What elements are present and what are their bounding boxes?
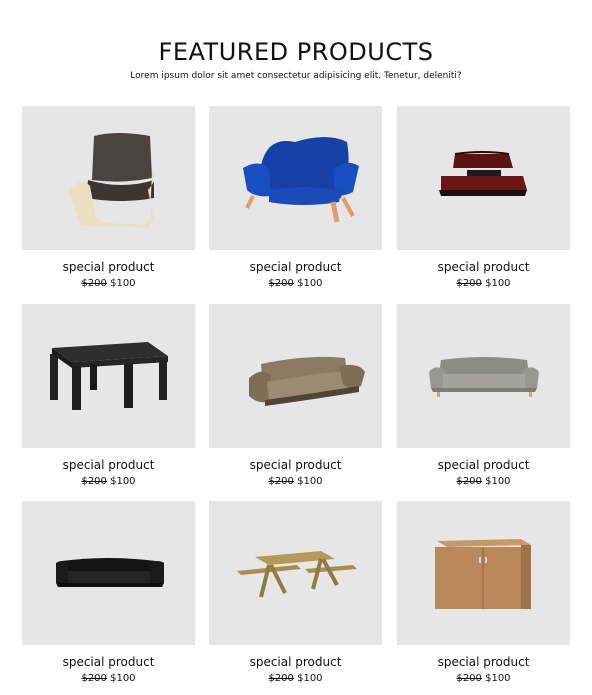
product-price: $200 $100 [397,278,570,289]
picnic-table-icon [237,551,357,598]
old-price: $200 [268,278,294,289]
product-price: $200 $100 [209,278,382,289]
blue-armchair-icon [243,137,359,223]
product-name[interactable]: special product [22,655,195,669]
product-image[interactable] [397,304,570,448]
product-price: $200 $100 [397,673,570,684]
table-icon [50,342,168,410]
page-title: FEATURED PRODUCTS [158,38,434,66]
sale-price: $100 [110,673,136,684]
product-price: $200 $100 [209,673,382,684]
sale-price: $100 [485,476,511,487]
sale-price: $100 [485,278,511,289]
product-name[interactable]: special product [209,655,382,669]
leather-sofa-icon [56,558,164,587]
old-price: $200 [456,673,482,684]
product-card[interactable]: special product $200 $100 [209,501,382,684]
old-price: $200 [81,673,107,684]
product-card[interactable]: special product $200 $100 [397,501,570,684]
grey-sofa-icon [429,357,539,397]
product-price: $200 $100 [22,278,195,289]
cabinet-icon [435,539,531,609]
bed-icon [439,151,527,196]
product-name[interactable]: special product [397,458,570,472]
product-card[interactable]: special product $200 $100 [22,304,195,487]
old-price: $200 [81,278,107,289]
product-image[interactable] [397,106,570,250]
old-price: $200 [456,476,482,487]
sale-price: $100 [297,278,323,289]
sale-price: $100 [110,278,136,289]
product-image[interactable] [22,106,195,250]
product-card[interactable]: special product $200 $100 [209,304,382,487]
product-card[interactable]: special product $200 $100 [22,106,195,289]
product-name[interactable]: special product [22,260,195,274]
sale-price: $100 [485,673,511,684]
product-name[interactable]: special product [397,655,570,669]
sofa-icon [249,356,365,406]
product-price: $200 $100 [209,476,382,487]
old-price: $200 [268,476,294,487]
product-image[interactable] [22,501,195,645]
sale-price: $100 [297,673,323,684]
product-card[interactable]: special product $200 $100 [397,304,570,487]
product-name[interactable]: special product [397,260,570,274]
sale-price: $100 [110,476,136,487]
product-name[interactable]: special product [209,260,382,274]
product-name[interactable]: special product [209,458,382,472]
product-image[interactable] [209,304,382,448]
product-price: $200 $100 [22,673,195,684]
product-card[interactable]: special product $200 $100 [209,106,382,289]
page-subtitle: Lorem ipsum dolor sit amet consectetur a… [130,71,462,81]
product-image[interactable] [209,106,382,250]
armchair-icon [68,133,156,228]
old-price: $200 [81,476,107,487]
product-price: $200 $100 [397,476,570,487]
sale-price: $100 [297,476,323,487]
product-name[interactable]: special product [22,458,195,472]
product-card[interactable]: special product $200 $100 [397,106,570,289]
old-price: $200 [456,278,482,289]
product-image[interactable] [209,501,382,645]
old-price: $200 [268,673,294,684]
product-price: $200 $100 [22,476,195,487]
product-image[interactable] [22,304,195,448]
product-card[interactable]: special product $200 $100 [22,501,195,684]
product-image[interactable] [397,501,570,645]
